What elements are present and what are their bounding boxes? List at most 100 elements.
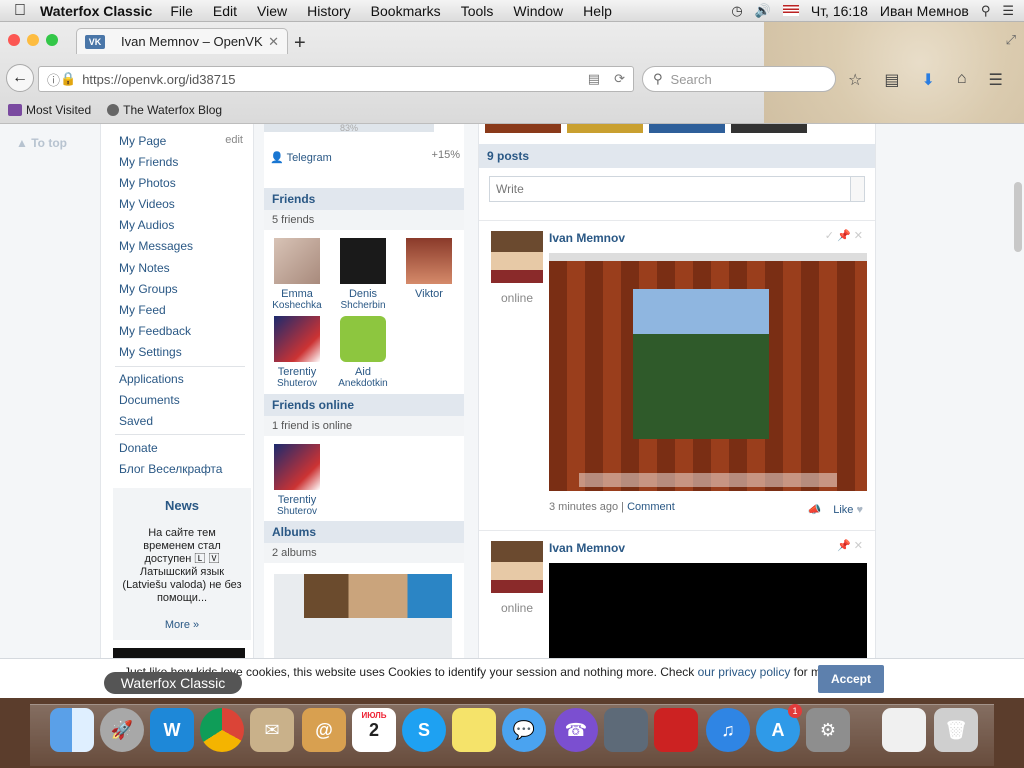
photo-thumb[interactable] (649, 124, 725, 133)
albums-header[interactable]: Albums (264, 521, 464, 543)
page-scrollbar[interactable] (1014, 182, 1022, 252)
friends-header[interactable]: Friends (264, 188, 464, 210)
clock[interactable]: Чт, 16:18 (811, 3, 868, 19)
edit-link[interactable]: edit (225, 134, 243, 146)
friend-card[interactable]: Terentiy Shuterov (266, 316, 328, 389)
app-menu-name[interactable]: Waterfox Classic (40, 3, 152, 19)
bookmark-most-visited[interactable]: Most Visited (8, 103, 91, 117)
menu-my-messages[interactable]: My Messages (119, 239, 193, 253)
menu-my-audios[interactable]: My Audios (119, 218, 174, 232)
posts-count-header[interactable]: 9 posts (479, 144, 875, 168)
write-post-input[interactable]: Write (489, 176, 865, 202)
menu-bookmarks[interactable]: Bookmarks (371, 3, 441, 19)
post-author[interactable]: Ivan Memnov (549, 231, 625, 245)
reading-list-icon[interactable]: ▤ (884, 70, 899, 90)
apple-icon[interactable]:  (0, 2, 40, 20)
menu-my-videos[interactable]: My Videos (119, 197, 175, 211)
url-text[interactable]: https://openvk.org/id38715 (82, 72, 235, 87)
calendar-icon[interactable]: ИЮЛЬ 2 (352, 708, 396, 752)
menu-saved[interactable]: Saved (119, 414, 153, 428)
menu-history[interactable]: History (307, 3, 351, 19)
post-image[interactable] (549, 253, 867, 491)
downloads-icon[interactable]: ⬇ (921, 70, 934, 90)
menu-window[interactable]: Window (513, 3, 563, 19)
notification-center-icon[interactable]: ☰ (1002, 3, 1014, 19)
input-flag-icon[interactable] (782, 5, 799, 16)
fullscreen-icon[interactable]: ⤢ (1006, 32, 1016, 48)
volume-icon[interactable]: 🔊 (755, 3, 771, 19)
waterfox-icon[interactable]: W (150, 708, 194, 752)
accept-cookies-button[interactable]: Accept (818, 665, 884, 693)
post-time[interactable]: 3 minutes ago (549, 501, 618, 513)
skype-icon[interactable]: S (402, 708, 446, 752)
menu-my-photos[interactable]: My Photos (119, 176, 176, 190)
menu-my-feed[interactable]: My Feed (119, 303, 166, 317)
menu-my-page[interactable]: My Page (119, 134, 166, 148)
system-preferences-icon[interactable]: ⚙ (806, 708, 850, 752)
time-machine-icon[interactable]: ◷ (731, 3, 742, 19)
home-icon[interactable]: ⌂ (957, 70, 967, 90)
menu-file[interactable]: File (170, 3, 193, 19)
menu-donate[interactable]: Donate (119, 441, 158, 455)
finder-icon[interactable] (50, 708, 94, 752)
photo-thumb[interactable] (731, 124, 807, 133)
share-icon[interactable]: 📣 (808, 504, 822, 516)
news-more-link[interactable]: More » (113, 619, 251, 631)
photo-thumb[interactable] (485, 124, 561, 133)
menu-edit[interactable]: Edit (213, 3, 237, 19)
photo-thumb[interactable] (567, 124, 643, 133)
menu-blog[interactable]: Блог Веселкрафта (119, 462, 222, 476)
menu-my-feedback[interactable]: My Feedback (119, 324, 191, 338)
friend-card[interactable]: Emma Koshechka (266, 238, 328, 311)
photo-booth-icon[interactable] (604, 708, 648, 752)
friend-card[interactable]: Aid Anekdotkin (332, 316, 394, 389)
comment-link[interactable]: Comment (627, 501, 675, 513)
menu-view[interactable]: View (257, 3, 287, 19)
menu-my-friends[interactable]: My Friends (119, 155, 178, 169)
mail-icon[interactable]: ✉ (250, 708, 294, 752)
post-actions-icon[interactable]: 📌 ✕ (837, 539, 863, 552)
menu-help[interactable]: Help (583, 3, 612, 19)
telegram-link[interactable]: 👤 Telegram (270, 151, 332, 164)
friend-card[interactable]: Viktor (398, 238, 460, 300)
document-icon[interactable] (882, 708, 926, 752)
menu-applications[interactable]: Applications (119, 372, 184, 386)
menu-tools[interactable]: Tools (461, 3, 494, 19)
minimize-window-button[interactable] (27, 34, 39, 46)
to-top-link[interactable]: ▲ To top (16, 136, 67, 150)
search-input[interactable]: ⚲ Search (642, 66, 836, 92)
write-options-button[interactable] (850, 177, 864, 201)
url-bar[interactable]: ⓘ 🔒 https://openvk.org/id38715 ▤ ⟳ (38, 66, 634, 92)
bookmark-star-icon[interactable]: ☆ (848, 70, 862, 90)
friend-card[interactable]: Denis Shcherbin (332, 238, 394, 311)
like-button[interactable]: 📣 Like ♥ (808, 503, 863, 516)
post-avatar[interactable] (491, 231, 543, 283)
reload-icon[interactable]: ⟳ (614, 71, 625, 87)
bookmark-waterfox-blog[interactable]: The Waterfox Blog (107, 103, 222, 117)
contacts-icon[interactable]: @ (302, 708, 346, 752)
online-friend-card[interactable]: Terentiy Shuterov (266, 444, 328, 517)
chrome-icon[interactable] (200, 708, 244, 752)
menu-documents[interactable]: Documents (119, 393, 180, 407)
new-tab-button[interactable]: + (294, 32, 306, 55)
tab-openvk[interactable]: VK Ivan Memnov – OpenVK ✕ (76, 28, 288, 54)
notes-icon[interactable] (452, 708, 496, 752)
close-window-button[interactable] (8, 34, 20, 46)
site-info-icon[interactable]: ⓘ (47, 70, 60, 89)
itunes-icon[interactable]: ♫ (706, 708, 750, 752)
spotlight-icon[interactable]: ⚲ (981, 3, 991, 19)
post-avatar[interactable] (491, 541, 543, 593)
post-author[interactable]: Ivan Memnov (549, 541, 625, 555)
friends-online-header[interactable]: Friends online (264, 394, 464, 416)
back-button[interactable]: ← (6, 64, 34, 92)
lock-icon[interactable]: 🔒 (60, 71, 76, 87)
user-name[interactable]: Иван Мемнов (880, 3, 969, 19)
trash-icon[interactable]: 🗑 (934, 708, 978, 752)
messages-icon[interactable]: 💬 (502, 708, 546, 752)
reader-view-icon[interactable]: ▤ (588, 71, 600, 87)
zoom-window-button[interactable] (46, 34, 58, 46)
viber-icon[interactable]: ☎ (554, 708, 598, 752)
close-tab-icon[interactable]: ✕ (268, 34, 279, 50)
launchpad-icon[interactable]: 🚀 (100, 708, 144, 752)
post-actions-icon[interactable]: ✓ 📌 ✕ (825, 229, 863, 242)
